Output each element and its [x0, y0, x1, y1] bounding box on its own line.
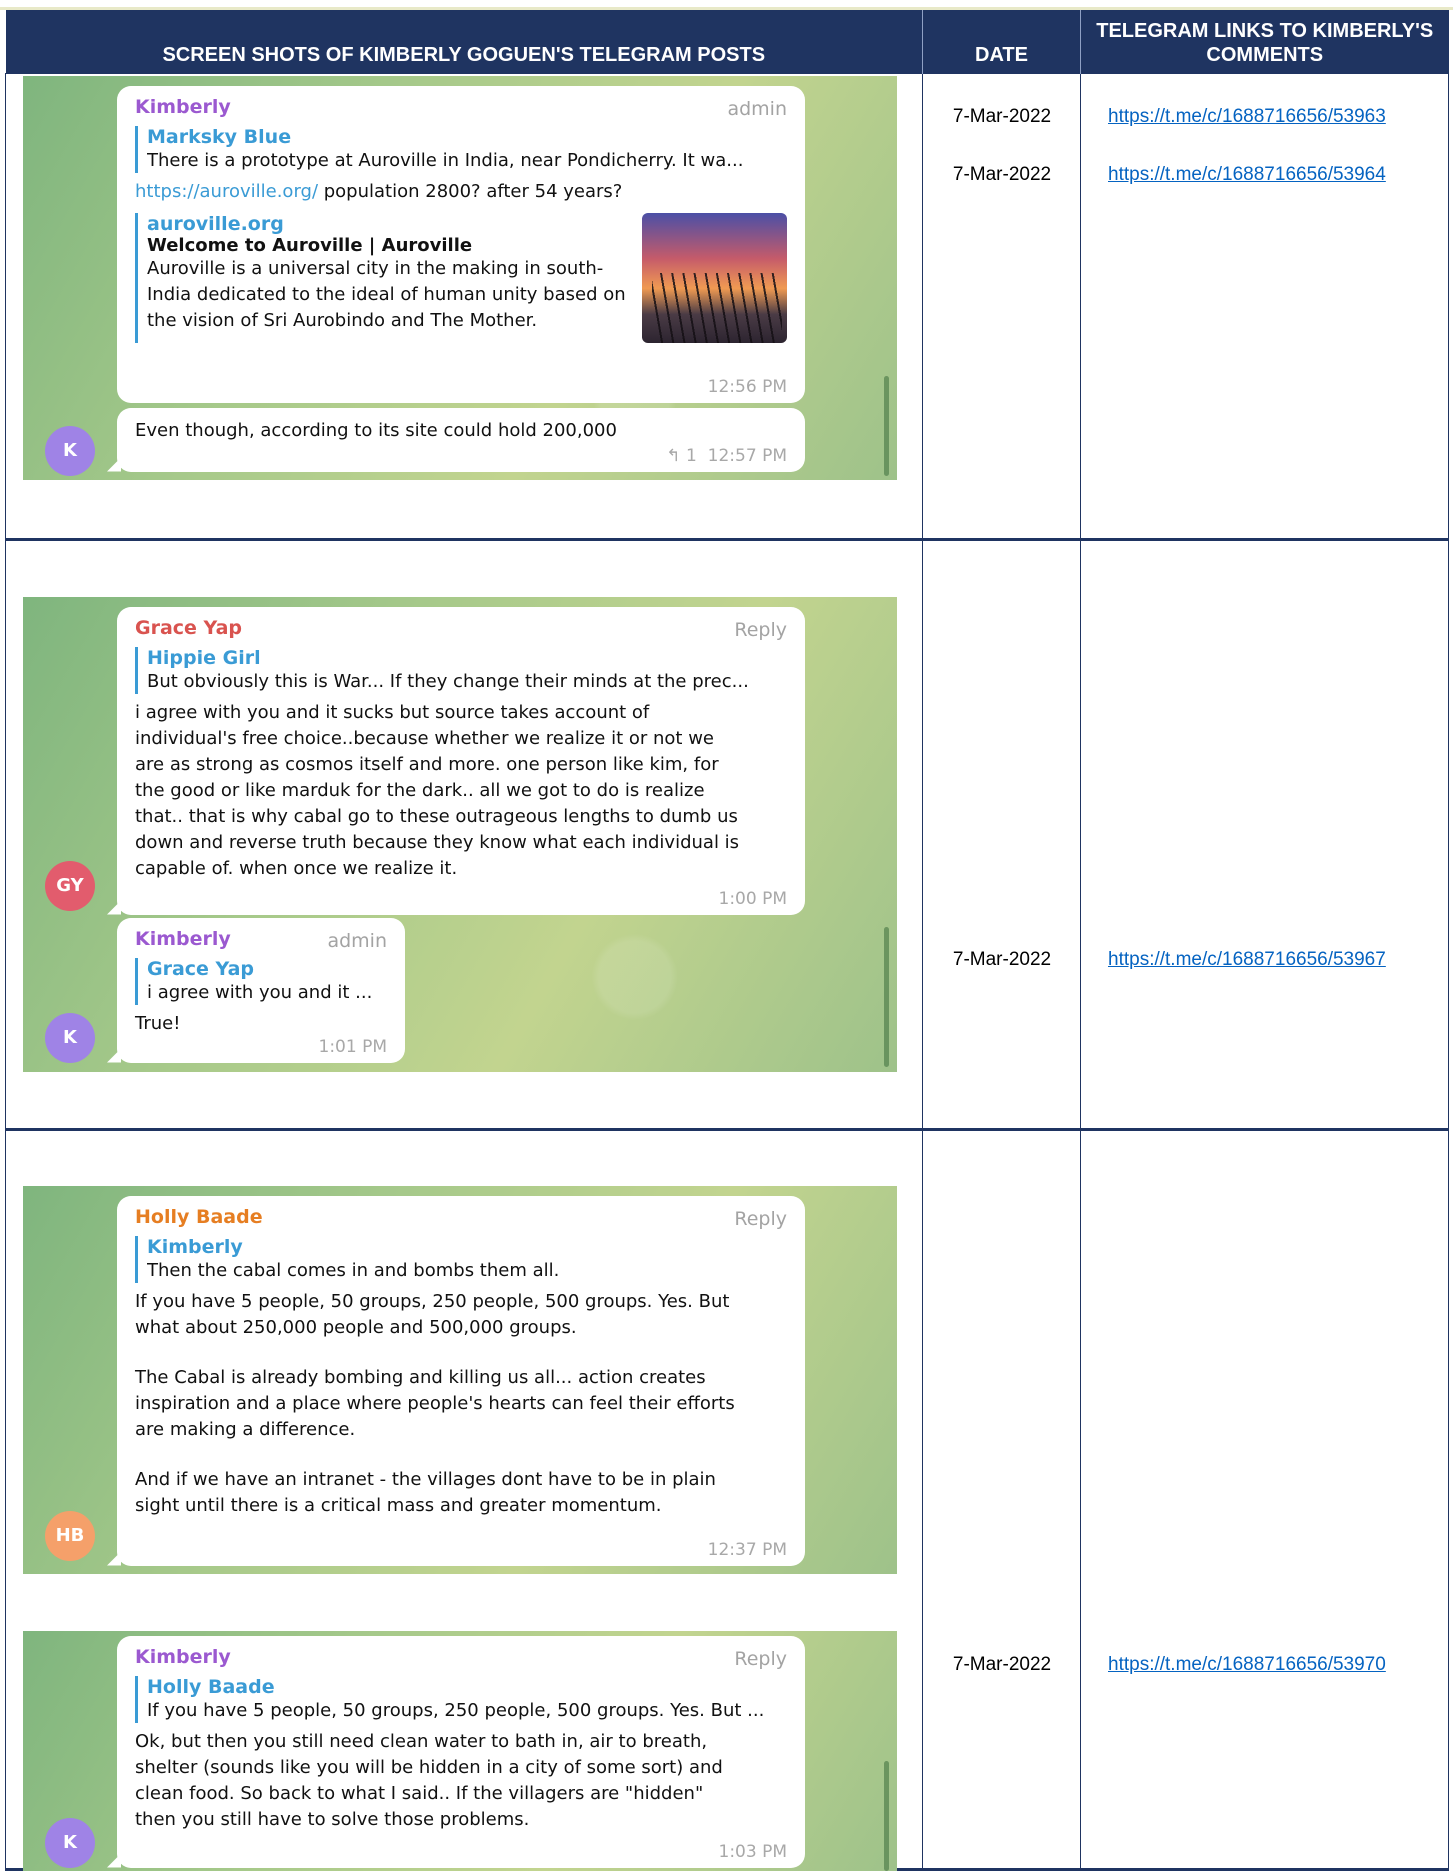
header-links: TELEGRAM LINKS TO KIMBERLY'S COMMENTS	[1080, 10, 1449, 73]
screenshot-cell: Grace Yap Reply Hippie Girl But obviousl…	[5, 538, 923, 1131]
table-row: Grace Yap Reply Hippie Girl But obviousl…	[5, 538, 1449, 1131]
header-screenshots: SCREEN SHOTS OF KIMBERLY GOGUEN'S TELEGR…	[5, 10, 923, 73]
links-cell: https://t.me/c/1688716656/53963 https://…	[1080, 72, 1449, 541]
message-bubble: Grace Yap Reply Hippie Girl But obviousl…	[117, 606, 805, 915]
telegram-link[interactable]: https://t.me/c/1688716656/53967	[1108, 949, 1386, 971]
reply-quote: Hippie Girl But obviously this is War...…	[135, 646, 787, 694]
quote-text: If you have 5 people, 50 groups, 250 peo…	[147, 1699, 765, 1721]
message-text: Ok, but then you still need clean water …	[135, 1730, 723, 1830]
posts-table: SCREEN SHOTS OF KIMBERLY GOGUEN'S TELEGR…	[5, 10, 1449, 1871]
message-bubble: Kimberly admin Grace Yap i agree with yo…	[117, 917, 405, 1063]
reply-quote: Holly Baade If you have 5 people, 50 gro…	[135, 1675, 787, 1723]
admin-badge: admin	[327, 929, 387, 952]
telegram-link[interactable]: https://t.me/c/1688716656/53970	[1108, 1654, 1386, 1676]
date-value: 7-Mar-2022	[952, 105, 1052, 127]
message-paragraph: If you have 5 people, 50 groups, 250 peo…	[135, 1290, 730, 1338]
message-paragraph: And if we have an intranet - the village…	[135, 1468, 716, 1516]
date-cell: 7-Mar-2022 7-Mar-2022	[922, 72, 1081, 541]
telegram-link[interactable]: https://t.me/c/1688716656/53964	[1108, 164, 1386, 186]
scrollbar	[884, 926, 889, 1067]
avatar[interactable]: GY	[45, 860, 95, 911]
quote-author: Marksky Blue	[147, 125, 292, 148]
quote-author: Hippie Girl	[147, 646, 261, 669]
quote-text: Then the cabal comes in and bombs them a…	[147, 1259, 560, 1281]
message-bubble: Holly Baade Reply Kimberly Then the caba…	[117, 1195, 805, 1566]
link-preview[interactable]: auroville.org Welcome to Auroville | Aur…	[135, 212, 787, 343]
telegram-screenshot: Kimberly Reply Holly Baade If you have 5…	[23, 1630, 897, 1871]
reply-icon: ↰	[666, 445, 681, 466]
reply-quote: Marksky Blue There is a prototype at Aur…	[135, 125, 787, 173]
avatar[interactable]: K	[45, 1012, 95, 1063]
quote-text: But obviously this is War... If they cha…	[147, 670, 749, 692]
message-time: 12:37 PM	[707, 1539, 787, 1560]
header-date: DATE	[922, 10, 1081, 73]
avatar[interactable]: K	[45, 1817, 95, 1868]
message-body: population 2800? after 54 years?	[318, 180, 623, 202]
quote-author: Holly Baade	[147, 1675, 275, 1698]
reply-count: 1	[686, 445, 697, 466]
message-paragraph: The Cabal is already bombing and killing…	[135, 1366, 735, 1440]
links-cell: https://t.me/c/1688716656/53967	[1080, 538, 1449, 1131]
reply-badge: Reply	[734, 1647, 787, 1670]
message-time: 1:00 PM	[718, 888, 788, 909]
top-rule	[0, 0, 1453, 10]
sender-name: Holly Baade	[135, 1205, 263, 1228]
avatar[interactable]: HB	[45, 1510, 95, 1561]
preview-site: auroville.org	[147, 212, 284, 235]
time-value: 12:57 PM	[707, 445, 787, 466]
telegram-screenshot: Holly Baade Reply Kimberly Then the caba…	[23, 1185, 897, 1574]
reply-quote: Kimberly Then the cabal comes in and bom…	[135, 1235, 787, 1283]
quote-text: There is a prototype at Auroville in Ind…	[147, 149, 744, 171]
quote-author: Kimberly	[147, 1235, 243, 1258]
message-text: True!	[135, 1012, 181, 1034]
preview-thumbnail	[642, 212, 787, 343]
date-value: 7-Mar-2022	[952, 948, 1052, 970]
avatar[interactable]: K	[45, 425, 95, 476]
scrollbar	[884, 375, 889, 476]
screenshot-cell: Holly Baade Reply Kimberly Then the caba…	[5, 1128, 923, 1871]
reply-badge: Reply	[734, 1207, 787, 1230]
header-row: SCREEN SHOTS OF KIMBERLY GOGUEN'S TELEGR…	[5, 10, 1449, 73]
telegram-screenshot: Grace Yap Reply Hippie Girl But obviousl…	[23, 596, 897, 1072]
reply-badge: Reply	[734, 618, 787, 641]
message-bubble: Even though, according to its site could…	[117, 407, 805, 472]
date-cell: 7-Mar-2022	[922, 538, 1081, 1131]
links-cell: https://t.me/c/1688716656/53970	[1080, 1128, 1449, 1871]
message-bubble: Kimberly admin Marksky Blue There is a p…	[117, 85, 805, 403]
sender-name: Kimberly	[135, 1645, 231, 1668]
scrollbar	[884, 1760, 889, 1871]
reply-quote: Grace Yap i agree with you and it ...	[135, 957, 387, 1005]
screenshot-cell: Kimberly admin Marksky Blue There is a p…	[5, 72, 923, 541]
admin-badge: admin	[727, 97, 787, 120]
table-row: Holly Baade Reply Kimberly Then the caba…	[5, 1128, 1449, 1871]
message-bubble: Kimberly Reply Holly Baade If you have 5…	[117, 1635, 805, 1868]
message-time: 12:56 PM	[707, 376, 787, 397]
preview-description: Auroville is a universal city in the mak…	[147, 257, 626, 331]
sender-name: Grace Yap	[135, 616, 242, 639]
telegram-screenshot: Kimberly admin Marksky Blue There is a p…	[23, 75, 897, 480]
message-text: i agree with you and it sucks but source…	[135, 701, 740, 879]
message-time: 1:01 PM	[318, 1036, 388, 1057]
table-row: Kimberly admin Marksky Blue There is a p…	[5, 72, 1449, 541]
date-value: 7-Mar-2022	[952, 1653, 1052, 1675]
message-time: 1:03 PM	[718, 1841, 788, 1862]
page: SCREEN SHOTS OF KIMBERLY GOGUEN'S TELEGR…	[0, 0, 1453, 1871]
preview-title: Welcome to Auroville | Auroville	[147, 234, 473, 256]
quote-author: Grace Yap	[147, 957, 254, 980]
message-text: https://auroville.org/ population 2800? …	[135, 179, 787, 205]
inline-link[interactable]: https://auroville.org/	[135, 181, 318, 202]
sender-name: Kimberly	[135, 95, 231, 118]
preview-text: auroville.org Welcome to Auroville | Aur…	[135, 212, 632, 343]
date-cell: 7-Mar-2022	[922, 1128, 1081, 1871]
telegram-link[interactable]: https://t.me/c/1688716656/53963	[1108, 106, 1386, 128]
message-text: Even though, according to its site could…	[135, 419, 617, 441]
quote-text: i agree with you and it ...	[147, 981, 373, 1003]
date-value: 7-Mar-2022	[952, 163, 1052, 185]
message-time: ↰ 1 12:57 PM	[666, 446, 787, 466]
